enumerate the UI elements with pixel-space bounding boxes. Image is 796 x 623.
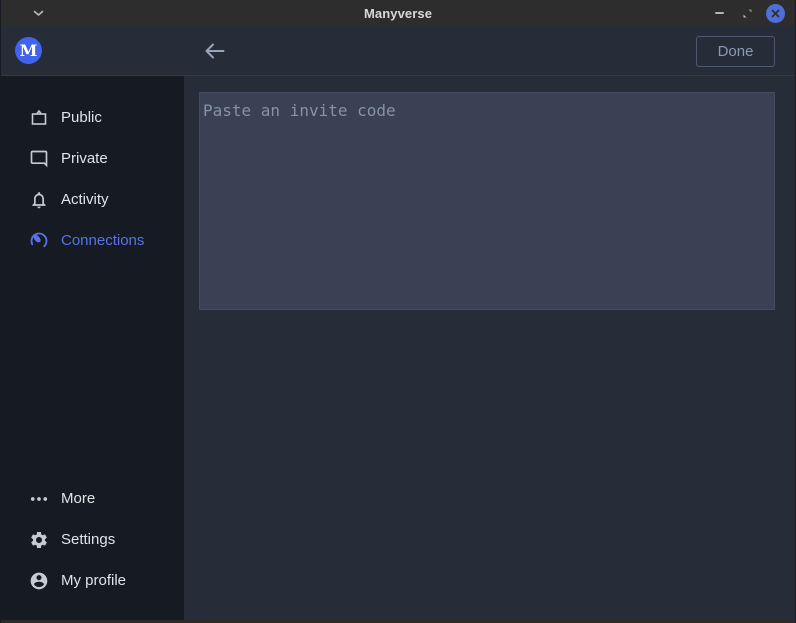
titlebar: Manyverse [1, 0, 795, 26]
sidebar-item-connections[interactable]: Connections [1, 220, 184, 261]
manyverse-logo: M [15, 37, 42, 64]
window-title: Manyverse [1, 6, 795, 21]
sidebar-item-label: Activity [61, 191, 109, 208]
window-menu-chevron-icon[interactable] [31, 7, 45, 19]
minimize-button[interactable] [710, 4, 729, 23]
sidebar-item-more[interactable]: More [1, 478, 184, 519]
sidebar-item-label: More [61, 490, 95, 507]
sidebar-item-label: Connections [61, 232, 144, 249]
close-icon [771, 9, 780, 18]
bulletin-board-icon [28, 107, 49, 128]
app-header: M Done [1, 26, 795, 76]
close-button[interactable] [766, 4, 785, 23]
sidebar-item-label: Private [61, 150, 108, 167]
invite-code-input[interactable] [199, 92, 775, 310]
back-arrow-icon[interactable] [202, 39, 226, 63]
done-button[interactable]: Done [696, 36, 775, 67]
gear-icon [28, 529, 49, 550]
sidebar-item-activity[interactable]: Activity [1, 179, 184, 220]
person-icon [28, 570, 49, 591]
sidebar-item-private[interactable]: Private [1, 138, 184, 179]
sidebar-item-label: Settings [61, 531, 115, 548]
app-body: Public Private Activity [1, 76, 795, 620]
ellipsis-icon [28, 488, 49, 509]
restore-button[interactable] [738, 4, 757, 23]
message-bubble-icon [28, 148, 49, 169]
sidebar-item-label: My profile [61, 572, 126, 589]
restore-icon [742, 8, 753, 19]
bell-icon [28, 189, 49, 210]
sidebar-item-settings[interactable]: Settings [1, 519, 184, 560]
sidebar: Public Private Activity [1, 76, 184, 620]
manyverse-window: Manyverse M Done [0, 0, 796, 623]
main-content [184, 76, 795, 620]
sidebar-item-label: Public [61, 109, 102, 126]
sidebar-item-public[interactable]: Public [1, 97, 184, 138]
sidebar-item-my-profile[interactable]: My profile [1, 560, 184, 601]
minimize-icon [715, 12, 724, 14]
gauge-icon [28, 230, 49, 251]
sidebar-bottom-group: More Settings My [1, 478, 184, 601]
window-controls [710, 0, 785, 26]
